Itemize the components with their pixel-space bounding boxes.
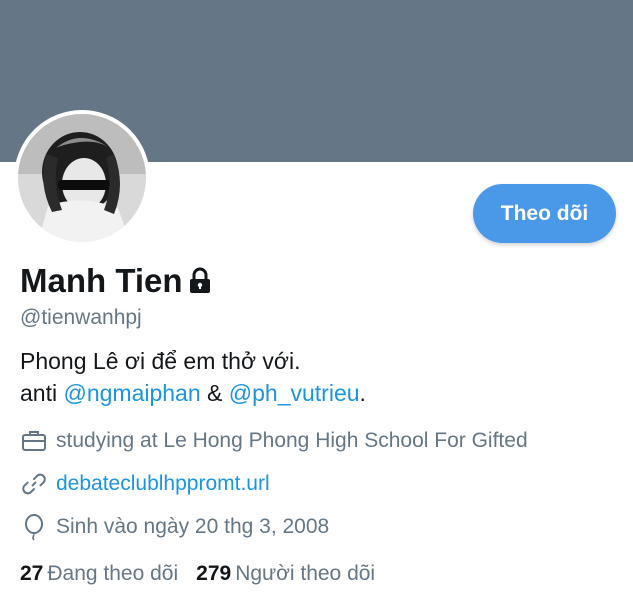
follow-stats: 27 Đang theo dõi 279 Người theo dõi: [20, 562, 393, 586]
work-row: studying at Le Hong Phong High School Fo…: [20, 427, 528, 455]
bio: Phong Lê ơi để em thở với. anti @ngmaiph…: [20, 345, 366, 409]
followers-count: 279: [196, 562, 232, 585]
following-label: Đang theo dõi: [47, 562, 179, 585]
following-stat[interactable]: 27 Đang theo dõi: [20, 562, 178, 586]
followers-label: Người theo dõi: [235, 562, 376, 585]
mention-ngmaiphan[interactable]: @ngmaiphan: [63, 380, 200, 406]
followers-stat[interactable]: 279 Người theo dõi: [196, 562, 375, 586]
avatar[interactable]: [14, 110, 150, 246]
avatar-image: [18, 114, 146, 242]
work-text: studying at Le Hong Phong High School Fo…: [56, 429, 528, 452]
handle: @tienwanhpj: [20, 306, 142, 329]
display-name: Manh Tien: [20, 262, 183, 299]
balloon-icon: [20, 513, 48, 541]
briefcase-icon: [20, 427, 48, 455]
profile-link[interactable]: debateclublhppromt.url: [56, 472, 270, 496]
following-count: 27: [20, 562, 44, 585]
bio-end: .: [359, 380, 366, 406]
name-row: Manh Tien: [20, 262, 213, 300]
link-icon: [20, 470, 48, 498]
bio-prefix: anti: [20, 380, 64, 406]
mention-ph-vutrieu[interactable]: @ph_vutrieu: [229, 380, 360, 406]
bio-ampersand: &: [200, 380, 229, 406]
lock-icon: [187, 267, 213, 295]
birthday-row: Sinh vào ngày 20 thg 3, 2008: [20, 513, 329, 541]
bio-line-1: Phong Lê ơi để em thở với.: [20, 348, 301, 374]
bio-line-2: anti @ngmaiphan & @ph_vutrieu.: [20, 377, 366, 409]
link-row: debateclublhppromt.url: [20, 470, 270, 498]
follow-button[interactable]: Theo dõi: [473, 184, 616, 243]
birthday-text: Sinh vào ngày 20 thg 3, 2008: [56, 515, 330, 538]
